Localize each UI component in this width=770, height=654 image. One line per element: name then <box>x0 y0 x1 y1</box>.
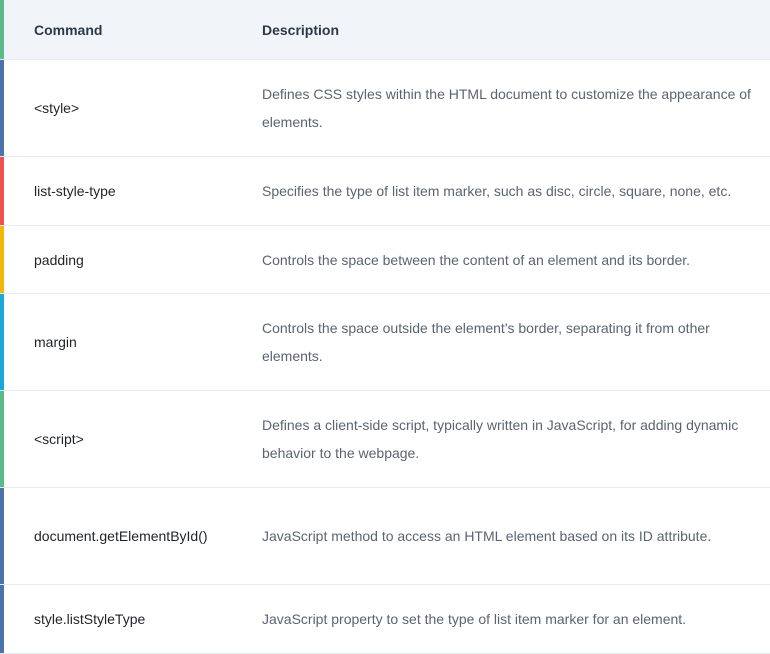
command-cell: style.listStyleType <box>34 611 146 627</box>
command-cell: padding <box>34 251 84 268</box>
description-column-header: Description <box>262 21 340 38</box>
description-cell: JavaScript property to set the type of l… <box>262 611 687 627</box>
table-row: style.listStyleType JavaScript property … <box>0 585 770 654</box>
row-accent-bar <box>0 391 4 487</box>
table-row: <style> Defines CSS styles within the HT… <box>0 60 770 157</box>
description-cell: Defines a client-side script, typically … <box>262 417 739 461</box>
table-row: margin Controls the space outside the el… <box>0 294 770 391</box>
command-cell: document.getElementById() <box>34 528 208 544</box>
description-cell: Controls the space outside the element's… <box>262 320 710 364</box>
table-row: padding Controls the space between the c… <box>0 226 770 294</box>
commands-table: Command Description <style> Defines CSS … <box>0 0 770 654</box>
description-cell: Defines CSS styles within the HTML docum… <box>262 86 751 130</box>
row-accent-bar <box>0 60 4 156</box>
command-cell: list-style-type <box>34 183 116 199</box>
command-column-header: Command <box>34 21 103 38</box>
command-cell: <script> <box>34 431 84 447</box>
command-cell: margin <box>34 334 77 350</box>
row-accent-bar <box>0 294 4 390</box>
row-accent-bar <box>0 488 4 584</box>
row-accent-bar <box>0 0 4 59</box>
description-cell: Controls the space between the content o… <box>262 251 691 268</box>
table-row: list-style-type Specifies the type of li… <box>0 157 770 226</box>
table-row: <script> Defines a client-side script, t… <box>0 391 770 488</box>
row-accent-bar <box>0 226 4 293</box>
row-accent-bar <box>0 585 4 653</box>
description-cell: JavaScript method to access an HTML elem… <box>262 528 712 544</box>
table-row: document.getElementById() JavaScript met… <box>0 488 770 585</box>
command-cell: <style> <box>34 100 80 116</box>
table-header-row: Command Description <box>0 0 770 60</box>
row-accent-bar <box>0 157 4 225</box>
description-cell: Specifies the type of list item marker, … <box>262 183 732 199</box>
